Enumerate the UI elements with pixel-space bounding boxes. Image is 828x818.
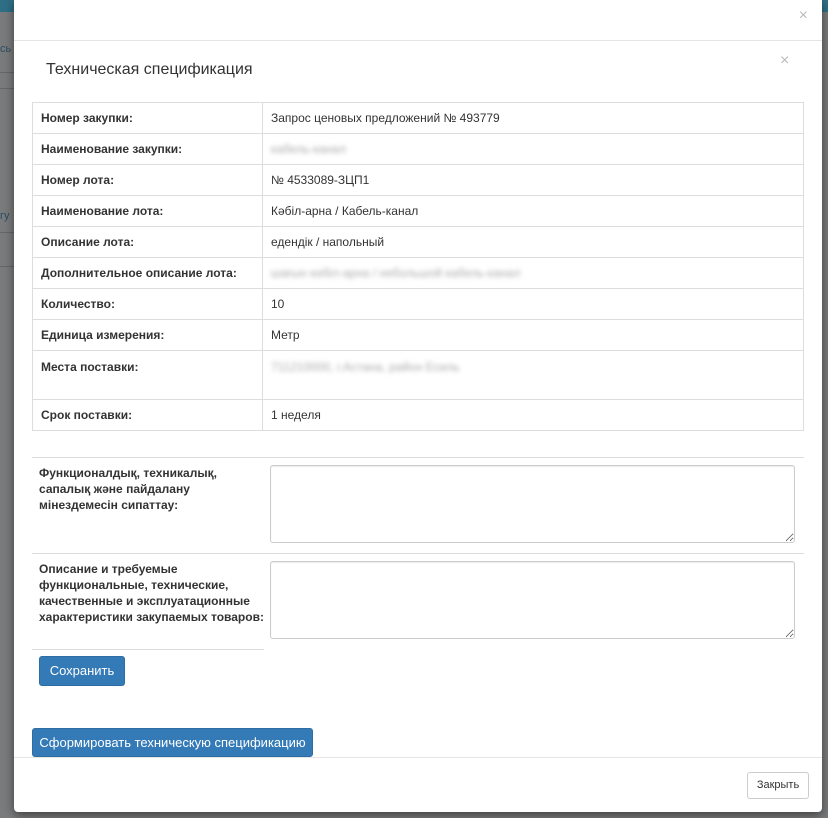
- table-row: Единица измерения: Метр: [32, 319, 804, 351]
- close-icon[interactable]: ×: [799, 8, 808, 24]
- row-label: Места поставки:: [32, 350, 263, 400]
- row-value: № 4533089-ЗЦП1: [262, 164, 804, 196]
- table-row: Количество: 10: [32, 288, 804, 320]
- ru-description-textarea[interactable]: [270, 561, 795, 639]
- blurred-value: шағын кәбіл-арна / небольшой кабель-кана…: [271, 266, 521, 280]
- row-label: Описание лота:: [32, 226, 263, 258]
- table-row: Наименование закупки: кабель-канал: [32, 133, 804, 165]
- row-label: Срок поставки:: [32, 399, 263, 431]
- ru-description-label: Описание и требуемые функциональные, тех…: [39, 562, 264, 624]
- spec-table: Номер закупки: Запрос ценовых предложени…: [32, 102, 804, 431]
- row-value-cell: шағын кәбіл-арна / небольшой кабель-кана…: [262, 257, 804, 289]
- kz-description-label: Функционалдық, техникалық, сапалық және …: [39, 466, 217, 512]
- row-value-cell: кабель-канал: [262, 133, 804, 165]
- row-value: едендік / напольный: [262, 226, 804, 258]
- row-label: Единица измерения:: [32, 319, 263, 351]
- table-row: Дополнительное описание лота: шағын кәбі…: [32, 257, 804, 289]
- row-value: 1 неделя: [262, 399, 804, 431]
- row-value: 10: [262, 288, 804, 320]
- table-row: Срок поставки: 1 неделя: [32, 399, 804, 431]
- row-value: Запрос ценовых предложений № 493779: [262, 102, 804, 134]
- row-value-cell: 711210000, г.Астана, район Есиль: [262, 350, 804, 400]
- close-button[interactable]: Закрыть: [747, 772, 809, 799]
- close-icon[interactable]: ×: [780, 53, 789, 69]
- backdrop-text-fragment: гу: [0, 210, 10, 222]
- table-row: Номер лота: № 4533089-ЗЦП1: [32, 164, 804, 196]
- backdrop-divider: [0, 88, 14, 89]
- form-divider: [32, 649, 264, 650]
- backdrop-text-fragment: сь: [0, 43, 12, 55]
- row-label: Наименование закупки:: [32, 133, 263, 165]
- blurred-value: кабель-канал: [271, 142, 346, 156]
- tech-spec-modal: × Техническая спецификация × Номер закуп…: [14, 0, 822, 812]
- row-label: Количество:: [32, 288, 263, 320]
- kz-description-textarea[interactable]: [270, 465, 795, 543]
- save-button[interactable]: Сохранить: [39, 656, 125, 686]
- backdrop-divider: [0, 232, 14, 233]
- row-label: Номер закупки:: [32, 102, 263, 134]
- table-row: Места поставки: 711210000, г.Астана, рай…: [32, 350, 804, 400]
- backdrop-divider: [0, 72, 14, 73]
- form-divider: [32, 553, 804, 554]
- table-row: Номер закупки: Запрос ценовых предложени…: [32, 102, 804, 134]
- table-row: Наименование лота: Кәбіл-арна / Кабель-к…: [32, 195, 804, 227]
- modal-header: ×: [14, 0, 822, 41]
- row-value: Метр: [262, 319, 804, 351]
- blurred-value: 711210000, г.Астана, район Есиль: [271, 360, 460, 374]
- modal-footer-divider: [14, 757, 822, 758]
- form-divider: [32, 457, 804, 458]
- page-title: Техническая спецификация: [46, 61, 253, 78]
- row-label: Дополнительное описание лота:: [32, 257, 263, 289]
- backdrop-divider: [0, 266, 14, 267]
- row-value: Кәбіл-арна / Кабель-канал: [262, 195, 804, 227]
- table-row: Описание лота: едендік / напольный: [32, 226, 804, 258]
- generate-spec-button[interactable]: Сформировать техническую спецификацию: [32, 728, 313, 757]
- row-label: Номер лота:: [32, 164, 263, 196]
- row-label: Наименование лота:: [32, 195, 263, 227]
